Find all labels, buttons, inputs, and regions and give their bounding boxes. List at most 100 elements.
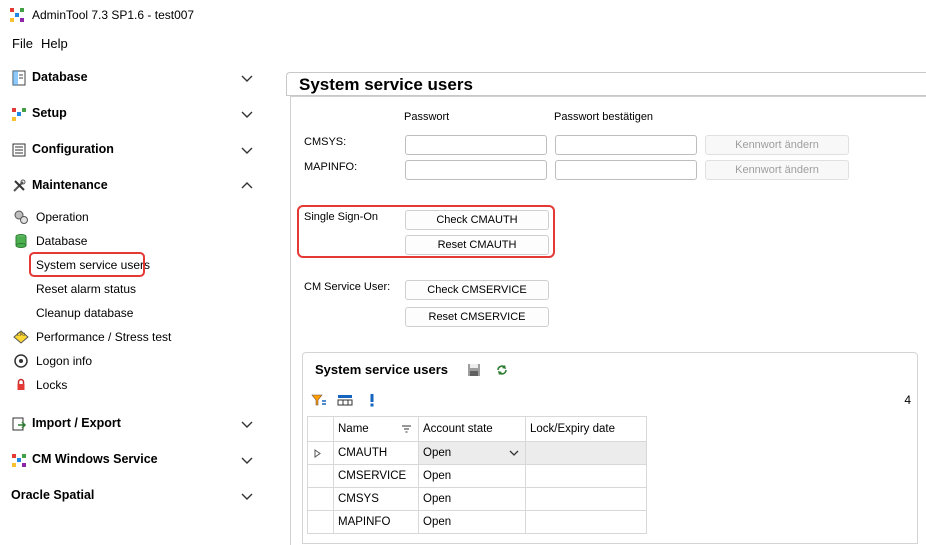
users-grid-panel: System service users 4 Name Account stat… (302, 352, 918, 544)
sidebar-section-label: CM Windows Service (32, 452, 158, 466)
columns-icon[interactable] (337, 393, 353, 407)
sidebar-item-performance[interactable]: CPU Performance / Stress test (0, 326, 270, 348)
table-row[interactable]: CMSYS Open (307, 487, 647, 511)
cpu-icon: CPU (13, 330, 29, 344)
column-header-label: Name (338, 423, 369, 435)
sidebar-item-database[interactable]: Database (0, 230, 270, 252)
save-icon[interactable] (467, 363, 481, 377)
selected-item-highlight (29, 252, 145, 277)
chevron-down-icon[interactable] (240, 489, 254, 503)
cmsys-label: CMSYS: (304, 136, 347, 148)
cmsys-password-field[interactable] (405, 135, 547, 155)
window-title: AdminTool 7.3 SP1.6 - test007 (32, 8, 195, 22)
chevron-down-icon[interactable] (240, 143, 254, 157)
cmsys-confirm-field[interactable] (555, 135, 697, 155)
chevron-down-icon[interactable] (240, 107, 254, 121)
check-cmauth-button[interactable]: Check CMAUTH (405, 210, 549, 230)
cell-lock-expiry[interactable] (525, 441, 647, 465)
sidebar-item-cleanup-database[interactable]: Cleanup database (0, 302, 270, 324)
cell-name[interactable]: CMSERVICE (333, 464, 419, 488)
column-header-name[interactable]: Name (333, 416, 419, 442)
cell-account-state[interactable]: Open (418, 510, 526, 534)
sidebar-section-cm-windows-service[interactable]: CM Windows Service (0, 442, 270, 478)
cell-account-state[interactable]: Open (418, 487, 526, 511)
menu-help[interactable]: Help (41, 36, 68, 51)
cell-lock-expiry[interactable] (525, 487, 647, 511)
cell-account-state[interactable]: Open (418, 441, 526, 465)
chevron-down-icon[interactable] (240, 417, 254, 431)
tools-icon (13, 179, 26, 192)
sidebar-item-locks[interactable]: Locks (0, 374, 270, 396)
logon-info-icon (14, 354, 28, 368)
users-table: Name Account state Lock/Expiry date CMAU… (307, 416, 647, 534)
sidebar-section-label: Configuration (32, 142, 114, 156)
grid-title: System service users (315, 362, 448, 377)
sidebar-section-label: Setup (32, 106, 67, 120)
cm-service-user-label: CM Service User: (304, 281, 391, 293)
cell-account-state[interactable]: Open (418, 464, 526, 488)
cm-service-icon (12, 454, 26, 467)
alert-icon[interactable] (367, 393, 377, 407)
sidebar-item-label: Database (36, 234, 88, 248)
lock-icon (17, 378, 25, 390)
cell-name[interactable]: MAPINFO (333, 510, 419, 534)
mapinfo-confirm-field[interactable] (555, 160, 697, 180)
sidebar-item-reset-alarm-status[interactable]: Reset alarm status (0, 278, 270, 300)
cell-lock-expiry[interactable] (525, 510, 647, 534)
mapinfo-change-password-button[interactable]: Kennwort ändern (705, 160, 849, 180)
table-row[interactable]: MAPINFO Open (307, 510, 647, 534)
sidebar-item-label: Logon info (36, 354, 93, 368)
sidebar-section-label: Import / Export (32, 416, 121, 430)
sidebar-section-setup[interactable]: Setup (0, 96, 270, 132)
table-row[interactable]: CMSERVICE Open (307, 464, 647, 488)
sidebar-item-label: Reset alarm status (36, 282, 137, 296)
filter-icon[interactable] (311, 393, 327, 407)
reset-cmauth-button[interactable]: Reset CMAUTH (405, 235, 549, 255)
row-indicator (307, 441, 334, 465)
sidebar-item-logon-info[interactable]: Logon info (0, 350, 270, 372)
column-header-account-state[interactable]: Account state (418, 416, 526, 442)
sidebar-section-import-export[interactable]: Import / Export (0, 406, 270, 442)
title-bar: AdminTool 7.3 SP1.6 - test007 (0, 0, 926, 30)
reset-cmservice-button[interactable]: Reset CMSERVICE (405, 307, 549, 327)
password-column-label: Passwort (404, 111, 450, 123)
svg-text:CPU: CPU (17, 332, 25, 337)
mapinfo-label: MAPINFO: (304, 161, 358, 173)
refresh-icon[interactable] (495, 363, 509, 377)
check-cmservice-button[interactable]: Check CMSERVICE (405, 280, 549, 300)
menu-file[interactable]: File (12, 36, 33, 51)
column-header-label: Lock/Expiry date (530, 423, 616, 435)
cmsys-change-password-button[interactable]: Kennwort ändern (705, 135, 849, 155)
sidebar-item-label: Locks (36, 378, 68, 392)
chevron-up-icon[interactable] (240, 179, 254, 193)
setup-icon (12, 108, 26, 121)
table-header-row: Name Account state Lock/Expiry date (307, 416, 647, 442)
sidebar-item-label: Performance / Stress test (36, 330, 172, 344)
import-export-icon (12, 417, 27, 431)
configuration-list-icon (12, 143, 26, 157)
page-title: System service users (299, 75, 473, 94)
cell-name[interactable]: CMSYS (333, 487, 419, 511)
sidebar-section-maintenance[interactable]: Maintenance (0, 168, 270, 204)
row-indicator-header (307, 416, 334, 442)
chevron-down-icon[interactable] (240, 453, 254, 467)
gears-icon (14, 210, 28, 224)
current-row-arrow-icon (314, 449, 321, 458)
cell-lock-expiry[interactable] (525, 464, 647, 488)
table-row[interactable]: CMAUTH Open (307, 441, 647, 465)
sidebar-section-configuration[interactable]: Configuration (0, 132, 270, 168)
column-header-lock-expiry[interactable]: Lock/Expiry date (525, 416, 647, 442)
cell-name[interactable]: CMAUTH (333, 441, 419, 465)
row-indicator (307, 487, 334, 511)
chevron-down-icon[interactable] (240, 71, 254, 85)
sidebar-item-operation[interactable]: Operation (0, 206, 270, 228)
page-header: System service users (286, 72, 926, 96)
database-page-icon (12, 70, 26, 86)
sort-icon[interactable] (401, 424, 412, 433)
row-indicator (307, 510, 334, 534)
row-indicator (307, 464, 334, 488)
chevron-down-icon[interactable] (509, 450, 519, 457)
sidebar-section-oracle-spatial[interactable]: Oracle Spatial (0, 478, 270, 514)
sidebar-section-database[interactable]: Database (0, 60, 270, 96)
mapinfo-password-field[interactable] (405, 160, 547, 180)
